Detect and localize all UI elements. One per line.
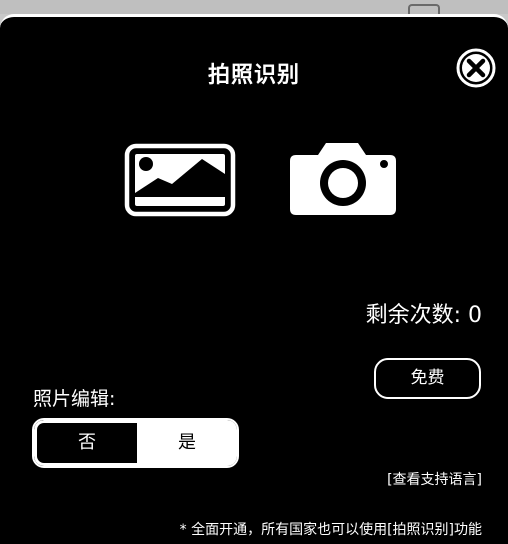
photo-edit-label: 照片编辑: xyxy=(33,388,116,410)
remaining-count: 剩余次数: 0 xyxy=(365,303,482,328)
toggle-no-option[interactable]: 否 xyxy=(34,420,137,466)
close-icon[interactable] xyxy=(456,48,496,88)
camera-icon[interactable] xyxy=(286,139,400,219)
gallery-image-icon[interactable] xyxy=(124,143,236,217)
photo-recognition-dialog: 拍照识别 剩余次数: 0 免费 照片编辑: 否 是 [查看支持语言] * 全面开… xyxy=(0,14,508,544)
toggle-yes-option[interactable]: 是 xyxy=(137,420,237,466)
free-button[interactable]: 免费 xyxy=(374,358,481,399)
footnote-text: * 全面开通，所有国家也可以使用[拍照识别]功能 xyxy=(179,522,482,538)
supported-languages-link[interactable]: [查看支持语言] xyxy=(387,469,482,489)
photo-edit-toggle: 否 是 xyxy=(32,418,239,468)
dialog-title: 拍照识别 xyxy=(207,63,300,88)
